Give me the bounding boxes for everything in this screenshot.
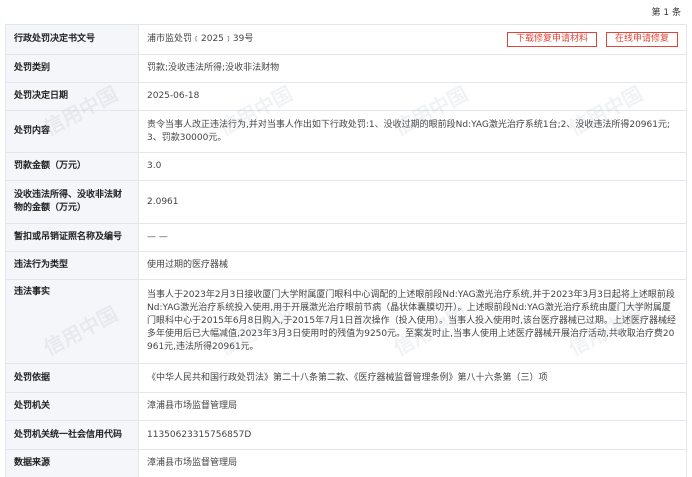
row-value: 漳浦县市场监督管理局 <box>138 392 687 421</box>
row-label: 处罚机关 <box>5 392 139 421</box>
table-row: 处罚决定日期 2025-06-18 <box>5 82 687 111</box>
row-label: 数据来源 <box>5 449 139 477</box>
page-number-label: 第 1 条 <box>651 8 681 18</box>
row-value: 当事人于2023年2月3日接收厦门大学附属厦门眼科中心调配的上述眼前段Nd:YA… <box>138 279 687 364</box>
row-label: 违法行为类型 <box>5 251 139 280</box>
row-value: 3.0 <box>138 152 687 181</box>
row-label: 罚款金额（万元） <box>5 152 139 181</box>
row-label: 处罚类别 <box>5 54 139 83</box>
row-value-cell: 浦市监处罚﹝2025﹞39号 下载修复申请材料 在线申请修复 <box>138 24 687 55</box>
download-repair-materials-button[interactable]: 下载修复申请材料 <box>506 32 597 47</box>
row-value: 2.0961 <box>138 180 687 224</box>
row-value: 11350623315756857D <box>138 420 687 450</box>
action-buttons: 下载修复申请材料 在线申请修复 <box>506 32 678 47</box>
row-label: 行政处罚决定书文号 <box>5 24 139 55</box>
row-label: 违法事实 <box>5 279 139 364</box>
row-label: 暂扣或吊销证照名称及编号 <box>5 223 139 252</box>
table-row: 处罚类别 罚款;没收违法所得;没收非法财物 <box>5 54 687 83</box>
table-row: 行政处罚决定书文号 浦市监处罚﹝2025﹞39号 下载修复申请材料 在线申请修复 <box>5 24 687 55</box>
row-value: 责令当事人改正违法行为,并对当事人作出如下行政处罚:1、没收过期的眼前段Nd:Y… <box>138 110 687 153</box>
online-repair-apply-button[interactable]: 在线申请修复 <box>605 32 678 47</box>
table-row: 处罚内容 责令当事人改正违法行为,并对当事人作出如下行政处罚:1、没收过期的眼前… <box>5 110 687 153</box>
row-value: 使用过期的医疗器械 <box>138 251 687 280</box>
row-label: 处罚决定日期 <box>5 82 139 111</box>
table-row: 处罚机关 漳浦县市场监督管理局 <box>5 392 687 421</box>
row-value: 《中华人民共和国行政处罚法》第二十八条第二款、《医疗器械监督管理条例》第八十六条… <box>138 363 687 393</box>
row-label: 没收违法所得、没收非法财物的金额（万元） <box>5 180 139 224</box>
row-label: 处罚机关统一社会信用代码 <box>5 420 139 450</box>
row-value: — — <box>138 223 687 252</box>
table-row: 罚款金额（万元） 3.0 <box>5 152 687 181</box>
row-label: 处罚内容 <box>5 110 139 153</box>
table-row: 处罚机关统一社会信用代码 11350623315756857D <box>5 420 687 450</box>
table-row: 违法事实 当事人于2023年2月3日接收厦门大学附属厦门眼科中心调配的上述眼前段… <box>5 279 687 364</box>
row-value: 漳浦县市场监督管理局 <box>138 449 687 477</box>
row-label: 处罚依据 <box>5 363 139 393</box>
decision-number: 浦市监处罚﹝2025﹞39号 <box>147 34 254 44</box>
penalty-record-table: 行政处罚决定书文号 浦市监处罚﹝2025﹞39号 下载修复申请材料 在线申请修复… <box>5 24 687 477</box>
table-row: 处罚依据 《中华人民共和国行政处罚法》第二十八条第二款、《医疗器械监督管理条例》… <box>5 363 687 393</box>
table-row: 没收违法所得、没收非法财物的金额（万元） 2.0961 <box>5 180 687 224</box>
table-row: 违法行为类型 使用过期的医疗器械 <box>5 251 687 280</box>
row-value: 罚款;没收违法所得;没收非法财物 <box>138 54 687 83</box>
row-value: 2025-06-18 <box>138 82 687 111</box>
table-row: 暂扣或吊销证照名称及编号 — — <box>5 223 687 252</box>
page-header: 第 1 条 <box>0 0 692 18</box>
table-row: 数据来源 漳浦县市场监督管理局 <box>5 449 687 477</box>
